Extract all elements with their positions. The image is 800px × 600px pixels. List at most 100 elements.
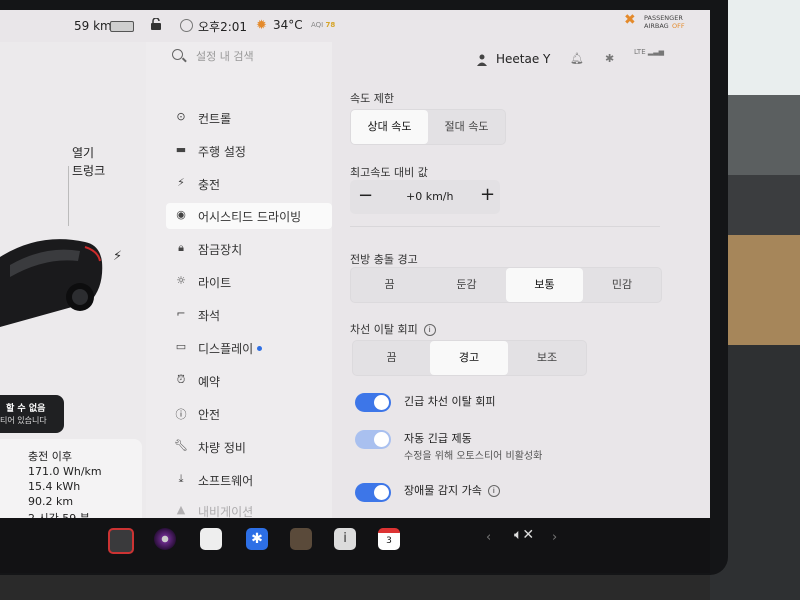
menu-item-label: 좌석 [198, 309, 221, 323]
bluetooth-app-icon[interactable]: ✱ [246, 528, 268, 550]
manual-app-icon[interactable]: i [334, 528, 356, 550]
navigation-icon: ▲ [176, 503, 186, 516]
aqi-readout: AQI 78 [311, 21, 336, 29]
car-image[interactable] [0, 227, 125, 352]
airbag-text-3: OFF [672, 22, 685, 30]
emergency-lane-toggle[interactable] [355, 393, 391, 412]
speed-limit-absolute-option[interactable]: 절대 속도 [428, 110, 505, 144]
menu-item-schedule[interactable]: ⏰︎ 예약 [166, 368, 332, 394]
safety-icon: ⓘ [175, 408, 187, 421]
mute-icon[interactable]: 🔈︎✕ [514, 527, 534, 543]
sentry-icon[interactable] [180, 19, 193, 32]
obstacle-accel-toggle[interactable] [355, 483, 391, 502]
cant-open-alert: 할 수 없음 티어 있습니다 [0, 395, 64, 433]
car-icon: ▬ [175, 143, 187, 156]
section-divider [350, 226, 660, 227]
energy-since-charge[interactable]: 충전 이후 171.0 Wh/km 15.4 kWh 90.2 km 2 시간 … [0, 439, 142, 518]
aeb-toggle[interactable] [355, 430, 391, 449]
energy-value: 15.4 kWh [28, 480, 81, 493]
trunk-label[interactable]: 트렁크 [72, 162, 105, 179]
toggle-icon: ⊙ [176, 110, 186, 123]
theater-app-icon[interactable] [200, 528, 222, 550]
volume-down-chevron-icon[interactable]: ‹ [486, 530, 491, 545]
menu-item-driving[interactable]: ▬ 주행 설정 [166, 138, 332, 164]
battery-icon [110, 21, 134, 32]
fcw-label: 전방 충돌 경고 [350, 253, 418, 266]
touchscreen: 59 km 오후2:01 ✹ 34°C AQI 78 ✖ PASSENGER A… [0, 10, 710, 518]
camera-app-icon[interactable] [108, 528, 134, 554]
since-charge-label: 충전 이후 [28, 450, 72, 463]
efficiency-value: 171.0 Wh/km [28, 465, 102, 478]
range-readout: 59 km [74, 19, 112, 33]
fcw-early-option[interactable]: 민감 [583, 268, 661, 302]
bolt-icon: ⚡ [177, 176, 185, 189]
menu-item-label: 라이트 [198, 276, 232, 290]
menu-item-label: 주행 설정 [198, 145, 246, 159]
clock: 오후2:01 [198, 20, 248, 34]
volume-up-chevron-icon[interactable]: › [552, 530, 557, 545]
menu-item-label: 예약 [198, 375, 221, 389]
fcw-off-option[interactable]: 끔 [351, 268, 428, 302]
fcw-late-option[interactable]: 둔감 [428, 268, 505, 302]
lane-assist-option[interactable]: 보조 [508, 341, 586, 375]
menu-item-label: 차량 정비 [198, 441, 246, 455]
menu-item-display[interactable]: ▭ 디스플레이 [166, 335, 332, 361]
decrease-button[interactable]: − [358, 185, 373, 206]
speed-limit-segmented: 상대 속도 절대 속도 [350, 109, 506, 145]
lane-departure-label: 차선 이탈 회피 i [350, 321, 436, 337]
offset-label: 최고속도 대비 값 [350, 166, 428, 179]
aeb-sublabel: 수정을 위해 오토스티어 비활성화 [404, 451, 543, 462]
menu-item-label: 어시스티드 드라이빙 [198, 210, 302, 224]
sun-icon: ✹ [256, 18, 267, 33]
bluetooth-icon[interactable]: ✱ [605, 52, 614, 65]
menu-item-label: 소프트웨어 [198, 474, 254, 488]
calendar-app-icon[interactable]: 3 [378, 528, 400, 550]
menu-item-lights[interactable]: ☼ 라이트 [166, 269, 332, 295]
speed-offset-stepper: − +0 km/h + [350, 180, 500, 214]
info-icon[interactable]: i [423, 324, 436, 336]
menu-item-safety[interactable]: ⓘ 안전 [166, 401, 332, 427]
media-app-icon[interactable] [154, 528, 176, 550]
lane-off-option[interactable]: 끔 [353, 341, 430, 375]
steering-wheel-icon: ◉ [176, 208, 186, 221]
menu-item-charging[interactable]: ⚡ 충전 [166, 171, 332, 197]
search-input[interactable]: 설정 내 검색 [196, 48, 254, 64]
lane-warning-option[interactable]: 경고 [430, 341, 508, 375]
menu-item-label: 잠금장치 [198, 243, 243, 257]
speed-limit-label: 속도 제한 [350, 92, 394, 105]
alarm-icon: ⏰︎ [176, 373, 186, 386]
open-trunk-label[interactable]: 열기 [72, 144, 94, 161]
obstacle-accel-label: 장애물 감지 가속 i [404, 482, 500, 498]
menu-item-locks[interactable]: 🔒︎ 잠금장치 [166, 236, 332, 262]
aeb-label: 자동 긴급 제동 [404, 432, 472, 445]
lock-icon: 🔒︎ [178, 241, 184, 254]
fcw-segmented: 끔 둔감 보통 민감 [350, 267, 662, 303]
increase-button[interactable]: + [480, 184, 495, 205]
trunk-callout-line [68, 166, 69, 226]
menu-item-assisted-driving[interactable]: ◉ 어시스티드 드라이빙 [166, 203, 332, 229]
menu-item-controls[interactable]: ⊙ 컨트롤 [166, 105, 332, 131]
menu-item-label: 안전 [198, 408, 221, 422]
airbag-text-2: AIRBAG [644, 22, 669, 30]
lane-departure-segmented: 끔 경고 보조 [352, 340, 587, 376]
duration-value: 2 시간 59 분 [28, 510, 90, 518]
charging-bolt-icon: ⚡ [113, 249, 123, 264]
speed-limit-relative-option[interactable]: 상대 속도 [351, 110, 428, 144]
status-bar: 59 km 오후2:01 ✹ 34°C AQI 78 ✖ PASSENGER A… [0, 10, 710, 42]
menu-item-software[interactable]: ⤓ 소프트웨어 [166, 467, 332, 493]
bell-icon[interactable]: 🔔︎ [570, 52, 584, 65]
fcw-medium-option[interactable]: 보통 [506, 268, 583, 302]
unlocked-icon[interactable] [150, 18, 162, 30]
seat-icon: ⌐ [176, 307, 186, 320]
menu-item-seats[interactable]: ⌐ 좌석 [166, 302, 332, 328]
search-icon [172, 49, 183, 60]
menu-item-label: 컨트롤 [198, 112, 232, 126]
toybox-app-icon[interactable] [290, 528, 312, 550]
info-icon[interactable]: i [487, 485, 500, 497]
distance-value: 90.2 km [28, 495, 74, 508]
cant-open-subtitle: 티어 있습니다 [0, 416, 47, 425]
menu-item-label: 디스플레이 [198, 340, 263, 357]
menu-item-navigation[interactable]: ▲ 내비게이션 [166, 498, 332, 518]
menu-item-service[interactable]: 🔧︎ 차량 정비 [166, 434, 332, 460]
user-name[interactable]: Heetae Y [496, 52, 550, 66]
